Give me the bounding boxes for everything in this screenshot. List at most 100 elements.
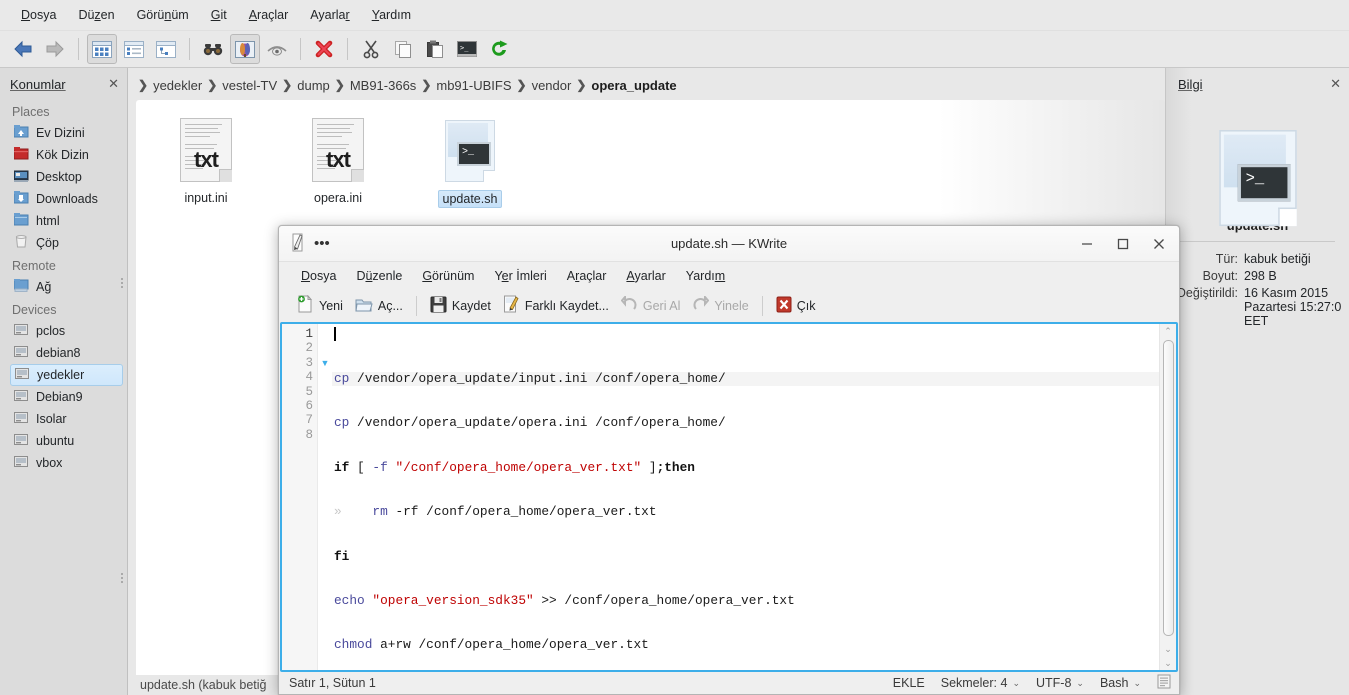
sidebar-item-label: Downloads [36, 192, 98, 206]
toolbar-separator-1 [78, 38, 79, 60]
scrollbar-track[interactable] [1162, 340, 1174, 640]
menu-git[interactable]: Git [200, 4, 238, 26]
kwrite-toolbar: Yeni Aç... Kaydet Farklı Kaydet... Geri [279, 289, 1179, 322]
hidden-files-icon[interactable] [262, 34, 292, 64]
kwrite-menu-gorunum[interactable]: Görünüm [412, 266, 484, 286]
close-icon[interactable] [1147, 233, 1171, 255]
close-icon[interactable]: ✕ [1330, 76, 1341, 92]
code-folding-margin[interactable]: ▼ [318, 324, 332, 670]
code-token: cp [334, 415, 350, 431]
code-token: "/conf/opera_home/opera_ver.txt" [395, 459, 642, 475]
paste-icon[interactable] [420, 34, 450, 64]
code-token: ] [641, 459, 657, 475]
code-token: then [664, 459, 695, 475]
scroll-down-arrow-icon-2[interactable]: ⌄ [1164, 656, 1172, 670]
view-icons-icon[interactable] [87, 34, 117, 64]
quit-button[interactable]: Çık [770, 293, 822, 319]
highlight-mode-selector[interactable]: Bash ⌄ [1100, 676, 1141, 690]
menu-dosya[interactable]: Dosya [10, 4, 67, 26]
code-token: chmod [334, 637, 373, 653]
kwrite-menu-yer-imleri[interactable]: Yer İmleri [484, 266, 556, 286]
sidebar-item-ev-dizini[interactable]: Ev Dizini [0, 122, 127, 144]
line-number: 6 [305, 398, 313, 413]
file-item-input-ini[interactable]: txt input.ini [160, 116, 252, 208]
sidebar-splitter-handle-bottom[interactable] [121, 571, 125, 585]
scroll-up-arrow-icon[interactable]: ⌃ [1164, 324, 1172, 338]
sidebar-item-label: vbox [36, 456, 63, 470]
breadcrumb-item-vendor[interactable]: vendor [529, 78, 575, 93]
sidebar-item-ubuntu[interactable]: ubuntu [0, 430, 127, 452]
maximize-icon[interactable] [1111, 233, 1135, 255]
minimize-icon[interactable] [1075, 233, 1099, 255]
code-token: "opera_version_sdk35" [372, 592, 534, 608]
view-details-icon[interactable] [119, 34, 149, 64]
sidebar-item-isolar[interactable]: Isolar [0, 408, 127, 430]
file-item-opera-ini[interactable]: txt opera.ini [292, 116, 384, 208]
kwrite-menu-ayarlar[interactable]: Ayarlar [616, 266, 675, 286]
forward-arrow-icon[interactable] [40, 34, 70, 64]
breadcrumb-item-opera-update[interactable]: opera_update [588, 78, 679, 93]
sidebar-item-desktop[interactable]: Desktop [0, 166, 127, 188]
breadcrumb-item-mb91-366s[interactable]: MB91-366s [347, 78, 419, 93]
new-document-button[interactable]: Yeni [291, 292, 349, 319]
save-button[interactable]: Kaydet [424, 293, 497, 319]
close-icon[interactable]: ✕ [108, 76, 119, 92]
sidebar-item-ag[interactable]: Ağ [0, 276, 127, 298]
trash-icon [14, 235, 29, 251]
sidebar-item-downloads[interactable]: Downloads [0, 188, 127, 210]
cut-icon[interactable] [356, 34, 386, 64]
menu-ayarlar[interactable]: Ayarlar [299, 4, 360, 26]
code-line: echo "opera_version_sdk35" >> /conf/oper… [332, 592, 1159, 608]
back-arrow-icon[interactable] [8, 34, 38, 64]
kwrite-menu-duzenle[interactable]: Düzenle [346, 266, 412, 286]
code-token: echo [334, 592, 365, 608]
breadcrumb-item-mb91-ubifs[interactable]: mb91-UBIFS [433, 78, 514, 93]
new-document-label: Yeni [319, 298, 343, 313]
menu-araclar[interactable]: Araçlar [238, 4, 300, 26]
sidebar-item-kok-dizin[interactable]: Kök Dizin [0, 144, 127, 166]
kwrite-editor[interactable]: 1 2 3 4 5 6 7 8 ▼ cp /vendor/opera_updat… [280, 322, 1178, 672]
kwrite-menu-araclar[interactable]: Araçlar [557, 266, 617, 286]
preview-icon[interactable] [230, 34, 260, 64]
breadcrumb-item-yedekler[interactable]: yedekler [150, 78, 205, 93]
file-preview [1166, 130, 1349, 227]
line-number: 3 [305, 355, 313, 370]
sidebar-item-debian9[interactable]: Debian9 [0, 386, 127, 408]
reload-icon[interactable] [484, 34, 514, 64]
menu-duzen[interactable]: Düzen [67, 4, 125, 26]
copy-icon[interactable] [388, 34, 418, 64]
code-text-area[interactable]: cp /vendor/opera_update/input.ini /conf/… [332, 324, 1159, 670]
delete-icon[interactable] [309, 34, 339, 64]
save-as-button[interactable]: Farklı Kaydet... [497, 292, 615, 319]
sidebar-item-pclos[interactable]: pclos [0, 320, 127, 342]
breadcrumb-item-dump[interactable]: dump [294, 78, 333, 93]
fold-collapse-triangle-icon[interactable]: ▼ [318, 356, 332, 370]
scrollbar-thumb[interactable] [1162, 340, 1174, 636]
terminal-icon[interactable]: >_ [452, 34, 482, 64]
menu-yardim[interactable]: Yardım [361, 4, 422, 26]
tab-width-selector[interactable]: Sekmeler: 4 ⌄ [941, 676, 1020, 690]
sidebar-item-label: Ev Dizini [36, 126, 85, 140]
menu-gorunum[interactable]: Görünüm [126, 4, 200, 26]
find-icon[interactable] [198, 34, 228, 64]
scroll-down-arrow-icon[interactable]: ⌄ [1164, 642, 1172, 656]
sidebar-item-debian8[interactable]: debian8 [0, 342, 127, 364]
kwrite-menu-dosya[interactable]: Dosya [291, 266, 346, 286]
kwrite-menu-yardim[interactable]: Yardım [676, 266, 735, 286]
encoding-label: UTF-8 [1035, 676, 1072, 690]
sidebar-item-cop[interactable]: Çöp [0, 232, 127, 254]
file-item-update-sh[interactable]: update.sh [424, 116, 516, 208]
sidebar-item-html[interactable]: html [0, 210, 127, 232]
sidebar-splitter-handle-top[interactable] [121, 276, 125, 290]
breadcrumb-item-vestel-tv[interactable]: vestel-TV [219, 78, 280, 93]
kwrite-titlebar[interactable]: ••• update.sh — KWrite [279, 226, 1179, 262]
open-button[interactable]: Aç... [349, 293, 409, 319]
sidebar-item-label: html [36, 214, 60, 228]
sidebar-item-yedekler[interactable]: yedekler [10, 364, 123, 386]
encoding-selector[interactable]: UTF-8 ⌄ [1036, 676, 1084, 690]
editor-vertical-scrollbar[interactable]: ⌃ ⌄ ⌄ [1159, 324, 1176, 670]
sidebar-item-vbox[interactable]: vbox [0, 452, 127, 474]
view-columns-icon[interactable] [151, 34, 181, 64]
document-mode-icon[interactable] [1157, 674, 1171, 692]
